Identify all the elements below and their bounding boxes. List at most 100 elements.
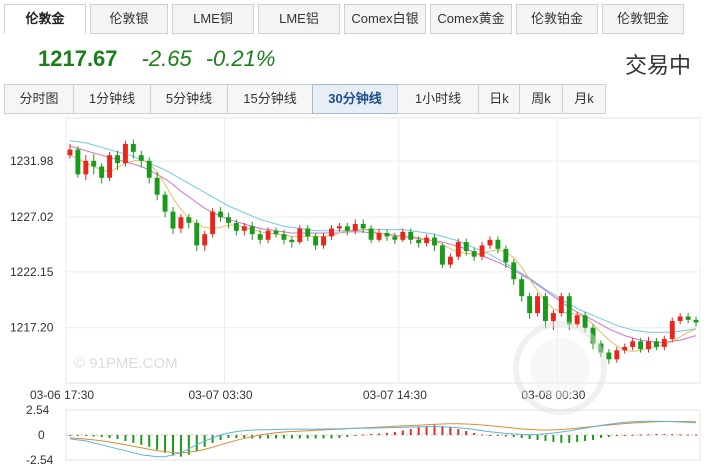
candle-body	[336, 226, 342, 229]
candle-body	[693, 319, 699, 323]
candle-body	[178, 217, 184, 229]
macd-bar	[679, 434, 682, 436]
candle-body	[273, 230, 279, 235]
macd-bar	[108, 435, 111, 438]
y-tick-label: 1231.98	[10, 154, 54, 168]
macd-bar	[378, 433, 381, 435]
candle-body	[408, 231, 414, 240]
candle-body	[685, 316, 691, 320]
macd-bar	[338, 435, 341, 438]
macd-bar	[449, 427, 452, 435]
candle-body	[566, 296, 572, 325]
macd-bar	[156, 435, 159, 450]
candle-body	[550, 313, 556, 321]
ma-long-line	[69, 140, 697, 333]
candle-body	[368, 228, 374, 240]
candle-body	[241, 226, 247, 231]
candle-body	[463, 242, 469, 252]
candle-body	[638, 341, 644, 350]
macd-tick-label: 2.54	[26, 403, 50, 417]
candle-body	[558, 296, 564, 314]
macd-bar	[68, 435, 71, 436]
macd-bar	[655, 434, 658, 436]
macd-bar	[520, 435, 523, 438]
ma-mid-line	[69, 145, 697, 343]
macd-bar	[663, 434, 666, 436]
candle-body	[202, 234, 208, 246]
candle-body	[194, 222, 200, 246]
candle-body	[210, 211, 216, 235]
candle-body	[360, 224, 366, 229]
candle-body	[130, 143, 136, 152]
macd-bar	[235, 435, 238, 438]
candle-body	[154, 177, 160, 195]
candle-body	[170, 211, 176, 229]
x-tick-label: 03-07 14:30	[363, 388, 427, 402]
macd-bar	[687, 434, 690, 436]
candle-body	[281, 234, 287, 240]
candle-body	[83, 160, 89, 175]
macd-bar	[457, 429, 460, 435]
candle-body	[630, 341, 636, 347]
candle-body	[424, 237, 430, 244]
macd-bar	[282, 435, 285, 439]
macd-bar	[536, 435, 539, 440]
candle-body	[503, 248, 509, 263]
macd-bar	[592, 435, 595, 440]
candle-body	[107, 155, 113, 178]
macd-bar	[568, 435, 571, 443]
candle-body	[479, 245, 485, 257]
macd-bar	[473, 433, 476, 435]
macd-bar	[401, 430, 404, 435]
macd-bar	[306, 435, 309, 439]
candle-body	[677, 316, 683, 321]
x-tick-label: 03-07 03:30	[189, 388, 253, 402]
macd-bar	[584, 435, 587, 441]
macd-bar	[512, 435, 515, 437]
candle-body	[439, 245, 445, 265]
candle-body	[416, 239, 422, 244]
candle-body	[321, 236, 327, 246]
candle-body	[313, 236, 319, 246]
candle-body	[226, 217, 231, 223]
macd-bar	[140, 435, 143, 445]
candle-body	[527, 296, 533, 314]
candle-body	[582, 315, 588, 328]
candle-body	[376, 233, 382, 240]
macd-bar	[211, 435, 214, 443]
macd-bar	[116, 435, 119, 439]
candle-body	[329, 228, 334, 237]
macd-bar	[615, 435, 618, 436]
watermark: © 91PME.COM	[74, 355, 178, 372]
macd-bar	[481, 434, 484, 436]
candle-body	[233, 222, 239, 231]
candle-body	[99, 166, 105, 178]
macd-bar	[441, 426, 444, 435]
macd-bar	[544, 435, 547, 441]
macd-bar	[623, 435, 626, 436]
macd-bar	[290, 435, 293, 439]
candle-body	[122, 143, 128, 164]
price-chart[interactable]: 1231.98 1227.02 1222.15 1217.20 03-06 17:30 0…	[0, 0, 707, 468]
macd-bar	[92, 435, 95, 437]
macd-bar	[275, 435, 278, 439]
macd-bar	[132, 435, 135, 443]
macd-bar	[631, 434, 634, 436]
candle-body	[646, 341, 651, 350]
candle-body	[495, 239, 501, 249]
macd-bar	[671, 434, 674, 436]
macd-bar	[417, 427, 420, 435]
candle-body	[289, 239, 295, 243]
candle-body	[614, 350, 620, 360]
candle-body	[249, 226, 255, 235]
candle-body	[91, 160, 97, 167]
candle-body	[344, 226, 350, 231]
macd-bar	[148, 435, 151, 447]
macd-bar	[647, 434, 650, 436]
macd-bar	[504, 435, 507, 437]
macd-bar	[84, 435, 87, 436]
macd-bar	[599, 435, 602, 438]
plot-frame	[65, 117, 701, 384]
macd-bar	[124, 435, 127, 441]
y-tick-label: 1222.15	[10, 265, 54, 279]
